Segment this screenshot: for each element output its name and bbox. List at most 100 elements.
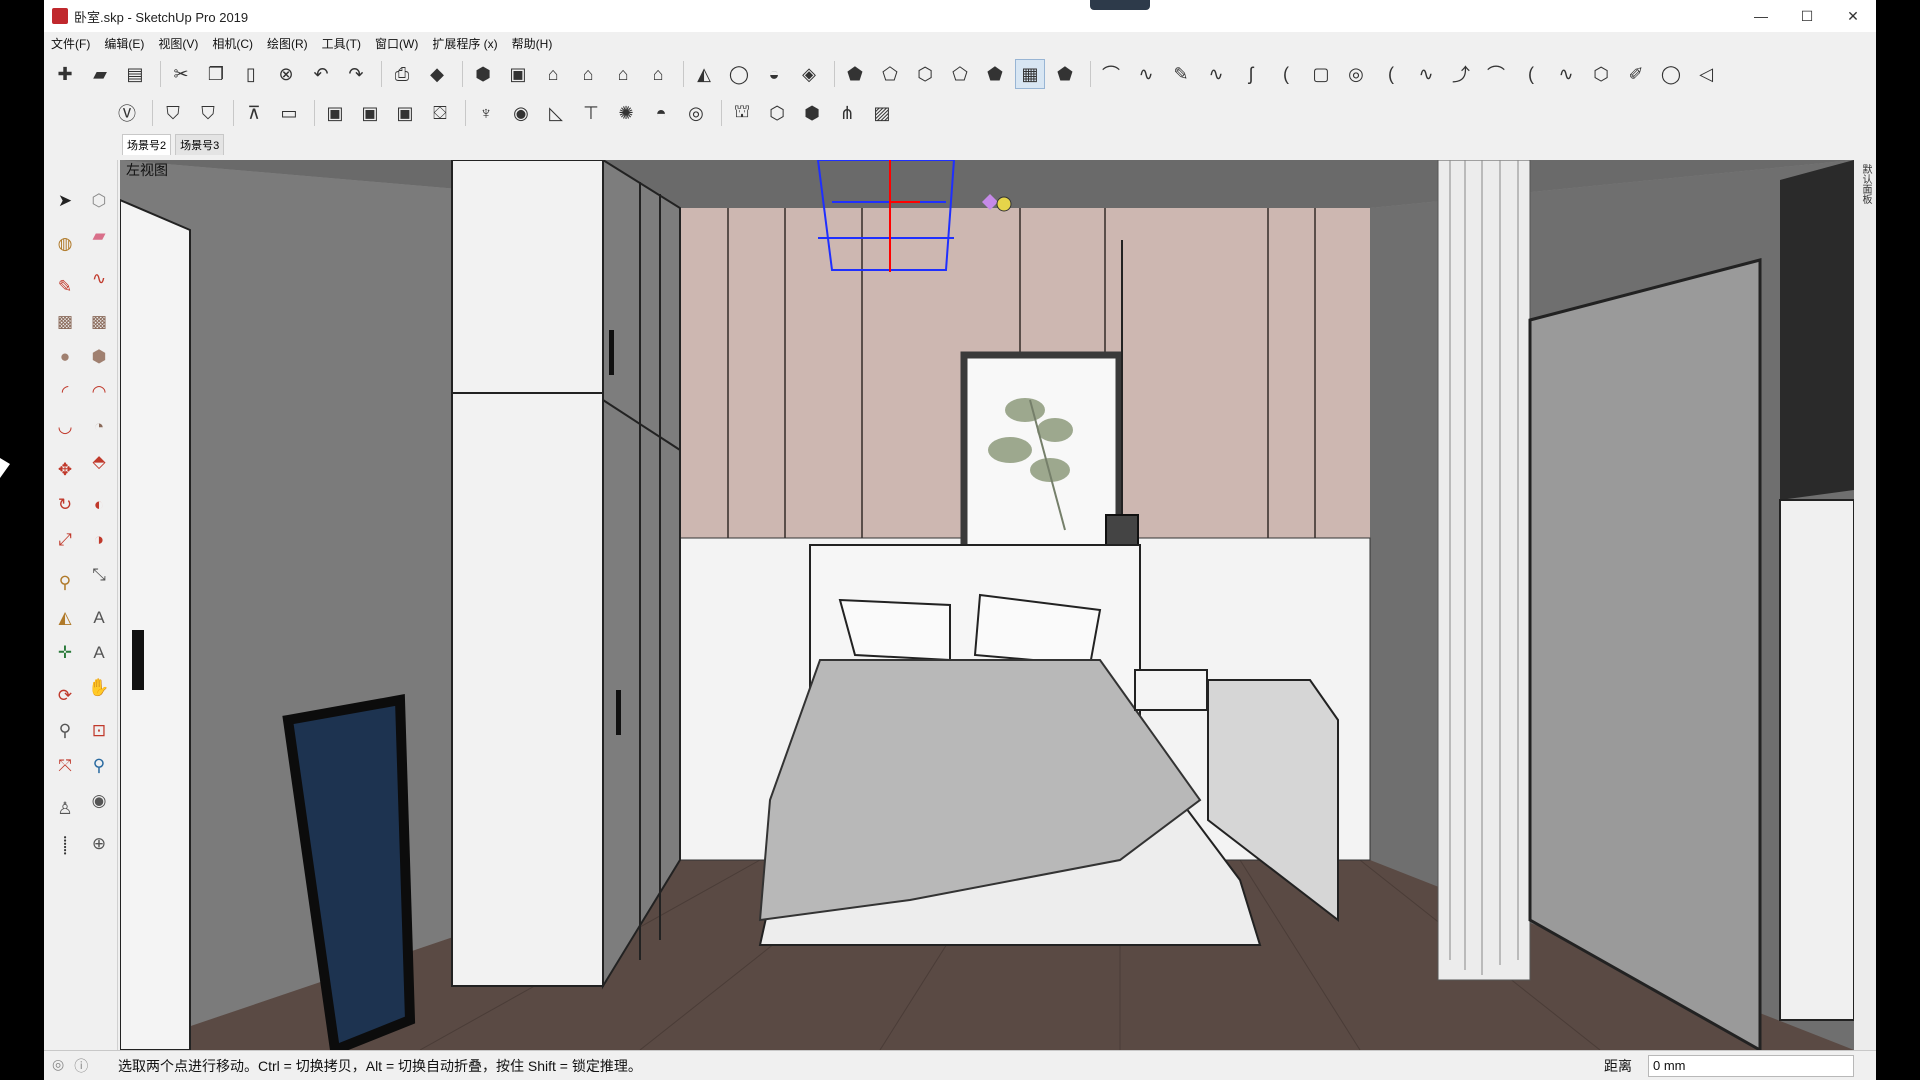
sandbox-icon[interactable]: ◈	[794, 59, 824, 89]
previous-view-icon[interactable]: ⚲	[84, 751, 114, 781]
light-1-icon[interactable]: ♆	[471, 98, 501, 128]
curve-tool-1-icon[interactable]: ⌒	[1096, 59, 1126, 89]
menu-draw[interactable]: 绘图(R)	[260, 35, 315, 52]
orbit-icon[interactable]: ⟳	[50, 681, 80, 711]
curve-tool-7-icon[interactable]: ▢	[1306, 59, 1336, 89]
arc-icon[interactable]: ◜	[50, 377, 80, 407]
axes-icon[interactable]: ✛	[50, 638, 80, 668]
curve-tool-14-icon[interactable]: ∿	[1551, 59, 1581, 89]
menu-view[interactable]: 视图(V)	[151, 35, 205, 52]
open-folder-icon[interactable]: ▰	[85, 59, 115, 89]
select-arrow-icon[interactable]: ➤	[50, 186, 80, 216]
top-view-icon[interactable]: ▣	[503, 59, 533, 89]
curve-tool-11-icon[interactable]: ⤴	[1446, 59, 1476, 89]
curve-tool-6-icon[interactable]: (	[1271, 59, 1301, 89]
paste-icon[interactable]: ▯	[236, 59, 266, 89]
tab-scene-3[interactable]: 场景号3	[175, 134, 225, 155]
rectangle-icon[interactable]: ▩	[50, 307, 80, 337]
close-button[interactable]: ✕	[1830, 0, 1876, 32]
section-plane-icon[interactable]: ◭	[689, 59, 719, 89]
render-5-icon[interactable]: ▨	[867, 98, 897, 128]
outer-shell-icon[interactable]: ◯	[724, 59, 754, 89]
wireframe-icon[interactable]: ⬡	[910, 59, 940, 89]
curve-tool-4-icon[interactable]: ∿	[1201, 59, 1231, 89]
position-camera-icon[interactable]: ♙	[50, 794, 80, 824]
move-icon[interactable]: ✥	[50, 455, 80, 485]
sphere-icon[interactable]: ◎	[681, 98, 711, 128]
menu-help[interactable]: 帮助(H)	[505, 35, 560, 52]
curve-tool-15-icon[interactable]: ⬡	[1586, 59, 1616, 89]
protractor-icon[interactable]: ◭	[50, 603, 80, 633]
eraser-icon[interactable]: ▰	[84, 221, 114, 251]
freehand-icon[interactable]: ∿	[84, 264, 114, 294]
right-panel-tab[interactable]: 默认面板	[1854, 160, 1876, 1050]
curve-tool-17-icon[interactable]: ◯	[1656, 59, 1686, 89]
new-model-icon[interactable]: ✚	[50, 59, 80, 89]
3d-text-icon[interactable]: A	[84, 638, 114, 668]
redo-icon[interactable]: ↷	[341, 59, 371, 89]
render-2-icon[interactable]: ⬡	[762, 98, 792, 128]
circle-icon[interactable]: ●	[50, 342, 80, 372]
curve-tool-13-icon[interactable]: (	[1516, 59, 1546, 89]
component-1-icon[interactable]: ⛉	[158, 98, 188, 128]
frame-1-icon[interactable]: ▣	[320, 98, 350, 128]
light-3-icon[interactable]: ◺	[541, 98, 571, 128]
dome-icon[interactable]: ◓	[646, 98, 676, 128]
curve-tool-16-icon[interactable]: ✐	[1621, 59, 1651, 89]
top-drag-handle[interactable]	[1090, 0, 1150, 10]
minimize-button[interactable]: —	[1738, 0, 1784, 32]
curve-tool-3-icon[interactable]: ✎	[1166, 59, 1196, 89]
sun-icon[interactable]: ✺	[611, 98, 641, 128]
push-pull-icon[interactable]: ⬘	[84, 447, 114, 477]
pan-icon[interactable]: ✋	[84, 673, 114, 703]
section-plane-tool-icon[interactable]: ⊕	[84, 829, 114, 859]
light-4-icon[interactable]: ⊤	[576, 98, 606, 128]
curve-tool-10-icon[interactable]: ∿	[1411, 59, 1441, 89]
dimension-icon[interactable]: ⤡	[84, 560, 114, 590]
copy-icon[interactable]: ❐	[201, 59, 231, 89]
light-2-icon[interactable]: ◉	[506, 98, 536, 128]
menu-camera[interactable]: 相机(C)	[205, 35, 260, 52]
style-icon[interactable]: Ⓥ	[112, 98, 142, 128]
frame-3-icon[interactable]: ▣	[390, 98, 420, 128]
menu-extensions[interactable]: 扩展程序 (x)	[425, 35, 504, 52]
paint-bucket-icon[interactable]: ◍	[50, 229, 80, 259]
pencil-line-icon[interactable]: ✎	[50, 272, 80, 302]
curve-tool-12-icon[interactable]: ⌒	[1481, 59, 1511, 89]
save-icon[interactable]: ▤	[120, 59, 150, 89]
info-icon[interactable]: ⓘ	[74, 1056, 88, 1076]
layer-1-icon[interactable]: ⊼	[239, 98, 269, 128]
front-view-icon[interactable]: ⌂	[538, 59, 568, 89]
rotated-rect-icon[interactable]: ▩	[84, 307, 114, 337]
scale-icon[interactable]: ⤢	[50, 525, 80, 555]
zoom-window-icon[interactable]: ⊡	[84, 716, 114, 746]
right-view-icon[interactable]: ⌂	[573, 59, 603, 89]
menu-tools[interactable]: 工具(T)	[315, 35, 368, 52]
curve-tool-5-icon[interactable]: ʃ	[1236, 59, 1266, 89]
hidden-line-icon[interactable]: ⬠	[945, 59, 975, 89]
3d-viewport[interactable]	[120, 160, 1854, 1050]
rotate-icon[interactable]: ↻	[50, 490, 80, 520]
solid-tools-icon[interactable]: ◒	[759, 59, 789, 89]
curve-tool-18-icon[interactable]: ◁	[1691, 59, 1721, 89]
shaded-icon[interactable]: ⬟	[980, 59, 1010, 89]
render-1-icon[interactable]: ⛫	[727, 98, 757, 128]
look-around-icon[interactable]: ◉	[84, 786, 114, 816]
measurements-input[interactable]: 0 mm	[1648, 1055, 1854, 1077]
curve-tool-2-icon[interactable]: ∿	[1131, 59, 1161, 89]
render-4-icon[interactable]: ⋔	[832, 98, 862, 128]
layer-2-icon[interactable]: ▭	[274, 98, 304, 128]
maximize-button[interactable]: ☐	[1784, 0, 1830, 32]
tape-measure-icon[interactable]: ⚲	[50, 568, 80, 598]
menu-edit[interactable]: 编辑(E)	[97, 35, 151, 52]
frame-2-icon[interactable]: ▣	[355, 98, 385, 128]
zoom-extents-icon[interactable]: ⤧	[50, 751, 80, 781]
three-point-arc-icon[interactable]: ◡	[50, 412, 80, 442]
menu-file[interactable]: 文件(F)	[44, 35, 97, 52]
erase-icon[interactable]: ⊗	[271, 59, 301, 89]
back-view-icon[interactable]: ⌂	[608, 59, 638, 89]
walk-icon[interactable]: ⸽	[50, 829, 80, 859]
make-component-icon[interactable]: ⬡	[84, 186, 114, 216]
zoom-icon[interactable]: ⚲	[50, 716, 80, 746]
component-2-icon[interactable]: ⛉	[193, 98, 223, 128]
